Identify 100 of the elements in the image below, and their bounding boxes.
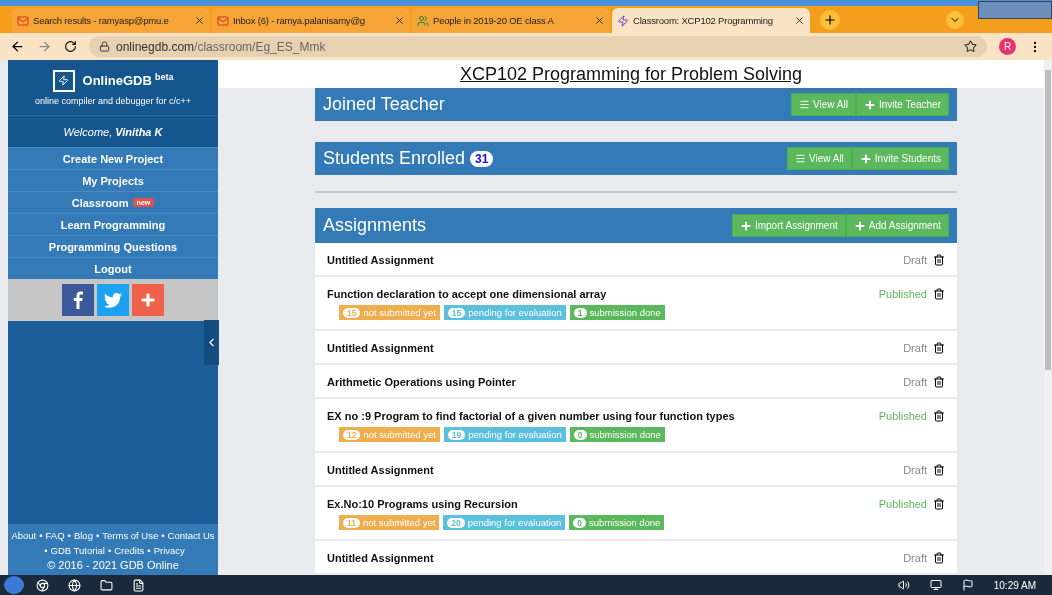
footer-link[interactable]: Blog [73,530,93,541]
assignment-row[interactable]: Arithmetic Operations using Pointer Draft [315,365,957,399]
tab-title: Classroom: XCP102 Programming [633,15,774,26]
collapse-handle[interactable] [204,320,219,365]
plus-icon [739,219,752,232]
menu-item[interactable]: Logout [8,257,218,279]
stat-label: 15 pending for evaluation [443,305,566,320]
count-badge: 31 [470,150,494,167]
profile-avatar[interactable]: R [999,38,1016,55]
stat-count: 15 [447,307,466,318]
stat-count: 0 [573,429,587,440]
menu-item[interactable]: Learn Programming [8,213,218,235]
section-title: Students Enrolled [323,148,466,169]
section-title: Assignments [323,215,427,236]
status-label: Draft [903,376,927,388]
trash-icon[interactable] [933,376,945,388]
stat-label: 0 submission done [569,515,665,530]
stat-count: 1 [573,307,587,318]
facebook-button[interactable] [62,284,94,316]
panel-button[interactable]: View All [791,93,856,116]
clock-time: 10:29 AM [993,579,1036,591]
star-icon[interactable] [964,40,977,53]
scrollbar-thumb[interactable] [1045,70,1051,370]
list-icon [795,153,806,164]
trash-icon[interactable] [933,254,945,266]
close-icon[interactable] [194,15,205,26]
close-icon[interactable] [394,15,405,26]
stat-label: 11 not submitted yet [339,515,440,530]
trash-icon[interactable] [933,410,945,422]
plus-icon [863,98,876,111]
mail-icon [217,14,229,27]
menu-item[interactable]: My Projects [8,169,218,191]
status-label: Draft [903,464,927,476]
browser-tab[interactable]: Inbox (6) - ramya.palanisamy@g [212,8,410,33]
assignment-title: Untitled Assignment [327,464,435,476]
separator-dot: • [95,530,100,541]
panel-button[interactable]: View All [787,147,852,170]
panel-button[interactable]: Import Assignment [731,214,846,237]
footer-link[interactable]: GDB Tutorial [50,545,105,556]
forward-icon[interactable] [37,39,52,54]
back-icon[interactable] [10,39,25,54]
status-label: Draft [903,342,927,354]
plus-icon [139,291,157,309]
new-tab-icon[interactable] [820,10,840,30]
footer-link[interactable]: Privacy [153,545,185,556]
mail-icon [17,14,29,27]
footer-link[interactable]: Terms of Use [102,530,159,541]
address-field[interactable]: onlinegdb.com/classroom/Eg_ES_Mmk [89,36,987,57]
trash-icon[interactable] [933,498,945,510]
stat-count: 15 [343,307,361,318]
assignment-title: EX no :9 Program to find factorial of a given number using four function types [327,410,736,422]
brand-name: OnlineGDB $^{beta}$ [82,72,174,89]
tab-title: People in 2019-20 OE class A [433,15,555,26]
footer-link[interactable]: FAQ [45,530,65,541]
browser-tab[interactable]: Classroom: XCP102 Programming [612,8,810,33]
panel-button[interactable]: Invite Students [851,147,949,170]
assignment-row[interactable]: Ex.No:10 Programs using Recursion Published 11 not submitted yet 20 pending for evaluation 0 submission done [315,487,957,541]
start-button[interactable] [4,576,24,594]
copyright: © 2016 - 2021 GDB Online [46,558,180,573]
panel-button[interactable]: Add Assignment [845,214,949,237]
assignment-row[interactable]: Untitled Assignment Draft [315,331,957,365]
assignment-title: Untitled Assignment [327,254,435,266]
trash-icon[interactable] [933,288,945,300]
tagline: online compiler and debugger for c/c++ [34,95,192,106]
assignment-title: Arithmetic Operations using Pointer [327,376,517,388]
assignment-row[interactable]: Function declaration to accept one dimensional array Published 15 not submitted yet 15 pending for evaluation 1 submission done [315,277,957,331]
menu-item[interactable]: Create New Project [8,147,218,169]
close-icon[interactable] [594,15,605,26]
panel-button[interactable]: Invite Teacher [855,93,949,116]
browser-tab[interactable]: Search results - ramyasp@pmu.e [12,8,210,33]
assignment-row[interactable]: Untitled Assignment Draft [315,541,957,575]
footer-link[interactable]: Credits [114,545,145,556]
list-icon [799,99,811,110]
bolt-icon [617,14,629,27]
footer-link[interactable]: About [11,530,37,541]
plus-icon [853,219,866,232]
separator-dot: • [161,530,165,541]
menu-item[interactable]: Programming Questions [8,235,218,257]
stat-count: 12 [343,429,361,440]
assignment-row[interactable]: Untitled Assignment Draft [315,243,957,277]
twitter-button[interactable] [97,284,129,316]
trash-icon[interactable] [933,464,945,476]
assignment-title: Function declaration to accept one dimensional array [327,288,608,300]
stat-label: 20 pending for evaluation [443,515,566,530]
status-label: Draft [903,254,927,266]
reload-icon[interactable] [64,40,77,53]
caret-icon[interactable] [946,11,964,29]
assignment-row[interactable]: EX no :9 Program to find factorial of a given number using four function types Published 12 not submitted yet 19 pending for evaluation 0 submission done [315,399,957,453]
close-icon[interactable] [794,15,805,26]
tab-title: Inbox (6) - ramya.palanisamy@g [233,15,366,26]
welcome-text: Welcome, [63,125,113,138]
browser-tab[interactable]: People in 2019-20 OE class A [412,8,610,33]
footer-link[interactable]: Contact Us [167,530,215,541]
stat-label: 19 pending for evaluation [443,427,566,442]
trash-icon[interactable] [933,342,945,354]
plus-button[interactable] [132,284,164,316]
stat-count: 19 [447,429,466,440]
trash-icon[interactable] [933,552,945,564]
assignment-row[interactable]: Untitled Assignment Draft [315,453,957,487]
assignment-title: Ex.No:10 Programs using Recursion [327,498,519,510]
